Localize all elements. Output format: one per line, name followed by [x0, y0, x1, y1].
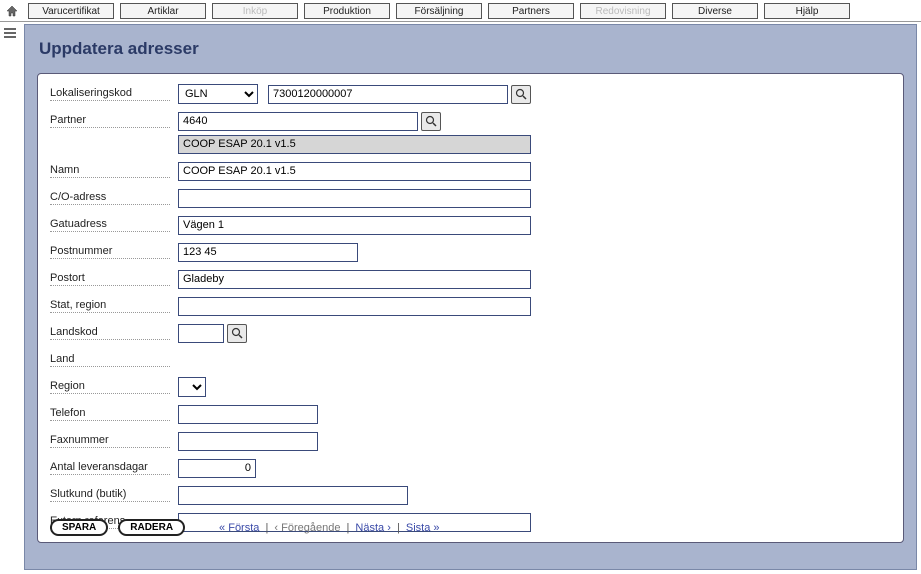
stat-input[interactable] — [178, 297, 531, 316]
tab-varucertifikat[interactable]: Varucertifikat — [28, 3, 114, 19]
nav-prev: ‹ Föregående — [274, 522, 340, 534]
slutkund-input[interactable] — [178, 486, 408, 505]
footer: SPARA RADERA « Första | ‹ Föregående | N… — [50, 519, 891, 536]
lokaliseringskod-search-button[interactable] — [511, 85, 531, 104]
pagination-nav: « Första | ‹ Föregående | Nästa › | Sist… — [219, 522, 439, 534]
search-icon — [515, 88, 527, 100]
label-land: Land — [50, 353, 170, 367]
tab-artiklar[interactable]: Artiklar — [120, 3, 206, 19]
tab-produktion[interactable]: Produktion — [304, 3, 390, 19]
label-co: C/O-adress — [50, 191, 170, 205]
label-postnr: Postnummer — [50, 245, 170, 259]
landskod-input[interactable] — [178, 324, 224, 343]
content-area: Uppdatera adresser Lokaliseringskod GLN … — [24, 24, 917, 570]
lokaliseringskod-input[interactable] — [268, 85, 508, 104]
home-icon[interactable] — [4, 3, 20, 19]
co-input[interactable] — [178, 189, 531, 208]
namn-input[interactable] — [178, 162, 531, 181]
sidebar — [2, 26, 20, 42]
tab-inkop: Inköp — [212, 3, 298, 19]
partner-input[interactable] — [178, 112, 418, 131]
tab-hjalp[interactable]: Hjälp — [764, 3, 850, 19]
form-panel: Lokaliseringskod GLN Partner COOP ESAP 2… — [37, 73, 904, 543]
fax-input[interactable] — [178, 432, 318, 451]
label-slutkund: Slutkund (butik) — [50, 488, 170, 502]
label-fax: Faxnummer — [50, 434, 170, 448]
page-title: Uppdatera adresser — [39, 39, 904, 59]
region-select[interactable] — [178, 377, 206, 397]
nav-next[interactable]: Nästa › — [355, 522, 390, 534]
search-icon — [231, 327, 243, 339]
label-landskod: Landskod — [50, 326, 170, 340]
label-stat: Stat, region — [50, 299, 170, 313]
levdagar-input[interactable] — [178, 459, 256, 478]
partner-display: COOP ESAP 20.1 v1.5 — [178, 135, 531, 154]
label-partner: Partner — [50, 114, 170, 128]
tab-forsaljning[interactable]: Försäljning — [396, 3, 482, 19]
label-gatu: Gatuadress — [50, 218, 170, 232]
label-region: Region — [50, 380, 170, 394]
topbar: Varucertifikat Artiklar Inköp Produktion… — [0, 0, 921, 22]
postort-input[interactable] — [178, 270, 531, 289]
save-button[interactable]: SPARA — [50, 519, 108, 536]
gatu-input[interactable] — [178, 216, 531, 235]
tab-redovisning: Redovisning — [580, 3, 666, 19]
label-postort: Postort — [50, 272, 170, 286]
search-icon — [425, 115, 437, 127]
partner-search-button[interactable] — [421, 112, 441, 131]
label-levdagar: Antal leveransdagar — [50, 461, 170, 475]
tab-diverse[interactable]: Diverse — [672, 3, 758, 19]
postnr-input[interactable] — [178, 243, 358, 262]
landskod-search-button[interactable] — [227, 324, 247, 343]
telefon-input[interactable] — [178, 405, 318, 424]
nav-last[interactable]: Sista » — [406, 522, 440, 534]
label-namn: Namn — [50, 164, 170, 178]
delete-button[interactable]: RADERA — [118, 519, 185, 536]
lokaliseringskod-type-select[interactable]: GLN — [178, 84, 258, 104]
label-lokaliseringskod: Lokaliseringskod — [50, 87, 170, 101]
nav-first[interactable]: « Första — [219, 522, 259, 534]
menu-icon[interactable] — [2, 26, 18, 40]
label-telefon: Telefon — [50, 407, 170, 421]
tab-partners[interactable]: Partners — [488, 3, 574, 19]
